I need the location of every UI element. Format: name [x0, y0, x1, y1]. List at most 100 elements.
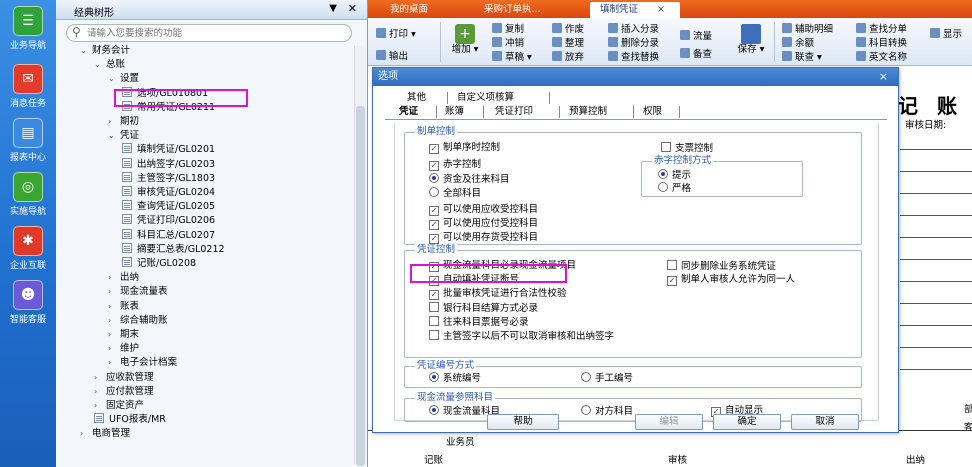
pin-icon[interactable]: ▼ — [329, 3, 337, 14]
tree-node[interactable]: 摘要汇总表/GL0212 — [122, 242, 225, 257]
find-replace-button[interactable]: 查找替换 — [608, 51, 659, 64]
group-numbering: 凭证编号方式 系统编号 手工编号 — [404, 360, 862, 388]
arrange-button[interactable]: 整理 — [552, 37, 584, 50]
tab-ledger[interactable]: 账簿 — [445, 106, 464, 118]
radio-system-number[interactable]: 系统编号 — [429, 372, 481, 385]
aux-detail-button[interactable]: 辅助明细 — [782, 23, 833, 36]
tree-node[interactable]: ⌄ 凭证 — [108, 129, 139, 143]
close-icon[interactable]: ✕ — [348, 2, 357, 15]
close-icon[interactable]: × — [879, 68, 888, 86]
nav-service[interactable]: ☻ 智能客服 — [0, 280, 56, 325]
reverse-button[interactable]: 冲销 — [492, 37, 524, 50]
highlight-box-auto-fill — [410, 264, 567, 283]
tree-node[interactable]: › 现金流量表 — [108, 285, 168, 299]
tab-custom[interactable]: 自定义项核算 — [457, 92, 514, 104]
memo-button[interactable]: 备查 — [680, 48, 712, 61]
radio-opposite-subject[interactable]: 对方科目 — [581, 405, 633, 418]
tree-node[interactable]: 科目汇总/GL0207 — [122, 228, 215, 243]
tree-node[interactable]: › 固定资产 — [94, 399, 144, 413]
checkbox-bill-no[interactable]: 往来科目票据号必录 — [429, 316, 529, 329]
find-entry-button[interactable]: 查找分单 — [856, 23, 907, 36]
output-button[interactable]: 输出 — [376, 50, 408, 63]
radio-prompt[interactable]: 提示 — [658, 169, 691, 182]
radio-funds-subject[interactable]: 资金及往来科目 — [429, 173, 510, 186]
checkbox-cheque[interactable]: 支票控制 — [661, 142, 713, 155]
help-button[interactable]: 帮助 — [487, 414, 559, 430]
tree-node[interactable]: › 期末 — [108, 328, 139, 342]
void-button[interactable]: 作废 — [552, 23, 584, 36]
checkbox-bank-settle[interactable]: 银行科目结算方式必录 — [429, 302, 538, 315]
tree-scrollbar[interactable] — [354, 46, 366, 466]
tree-node[interactable]: › 电子会计档案 — [108, 356, 177, 370]
radio-strict[interactable]: 严格 — [658, 182, 691, 195]
tree-node[interactable]: 凭证打印/GL0206 — [122, 214, 215, 228]
service-icon: ☻ — [13, 280, 43, 310]
tree-node[interactable]: › 账表 — [108, 300, 139, 314]
tab-budget[interactable]: 预算控制 — [569, 106, 607, 118]
edit-button[interactable]: 编辑 — [635, 414, 703, 430]
tab-purchase[interactable]: 采购订单执... — [474, 2, 551, 18]
tree-node[interactable]: › 出纳 — [108, 271, 139, 285]
tree-node[interactable]: › 应收款管理 — [94, 371, 154, 385]
tab-voucher-print[interactable]: 凭证打印 — [495, 106, 533, 118]
tab-voucher-options[interactable]: 凭证 — [399, 106, 418, 118]
subject-convert-button[interactable]: 科目转换 — [856, 37, 907, 50]
close-icon[interactable]: × — [657, 4, 665, 15]
group-title: 制单控制 — [415, 126, 458, 138]
save-button[interactable]: 保存 ▾ — [736, 24, 766, 56]
nav-enterprise[interactable]: ✱ 企业互联 — [0, 226, 56, 271]
tree-node[interactable]: › 维护 — [108, 342, 139, 356]
checkbox-seq-time[interactable]: ✓ 制单序时控制 — [429, 142, 500, 154]
print-button[interactable]: 打印 ▾ — [376, 28, 416, 41]
tree-node[interactable]: 查询凭证/GL0205 — [122, 200, 215, 214]
checkbox-batch-check[interactable]: ✓ 批量审核凭证进行合法性校验 — [429, 288, 567, 300]
tab-voucher[interactable]: 填制凭证 × — [590, 2, 680, 18]
radio-manual-number[interactable]: 手工编号 — [581, 372, 633, 385]
search-input[interactable] — [87, 27, 345, 40]
checkbox-no-cancel[interactable]: 主管签字以后不可以取消审核和出纳签字 — [429, 330, 614, 343]
tree-node[interactable]: ⌄ 财务会计 — [80, 44, 130, 58]
checkbox-sync-delete[interactable]: 同步删除业务系统凭证 — [667, 260, 776, 273]
tree-node[interactable]: › 电商管理 — [80, 427, 130, 441]
delete-entry-button[interactable]: 删除分录 — [608, 37, 659, 50]
draft-button[interactable]: 草稿 ▾ — [492, 51, 532, 64]
tab-other[interactable]: 其他 — [407, 92, 426, 104]
linked-query-button[interactable]: 联查 ▾ — [782, 51, 822, 64]
checkbox-ar[interactable]: ✓ 可以使用应收受控科目 — [429, 204, 538, 216]
copy-button[interactable]: 复制 — [492, 23, 524, 36]
tree-node[interactable]: 主管签字/GL1803 — [122, 171, 215, 186]
nav-implement[interactable]: ◎ 实施导航 — [0, 172, 56, 217]
nav-report[interactable]: ▤ 报表中心 — [0, 118, 56, 163]
tree-node[interactable]: › 综合辅助账 — [108, 314, 168, 328]
tab-permission[interactable]: 权限 — [643, 106, 662, 118]
abandon-button[interactable]: 放弃 — [552, 51, 584, 64]
tree-node[interactable]: ⌄ 设置 — [108, 72, 139, 86]
balance-button[interactable]: 余额 — [782, 37, 814, 50]
cashflow-button[interactable]: 流量 — [680, 30, 712, 43]
tree-node[interactable]: ⌄ 总账 — [94, 58, 125, 72]
checkbox-stock[interactable]: ✓ 可以使用存货受控科目 — [429, 232, 538, 244]
checkbox-same-person[interactable]: ✓ 制单人审核人允许为同一人 — [667, 274, 795, 286]
insert-entry-button[interactable]: 插入分录 — [608, 23, 659, 36]
add-button[interactable]: + 增加 ▾ — [450, 24, 480, 56]
radio-label: 对方科目 — [595, 406, 634, 417]
nav-business[interactable]: ☰ 业务导航 — [0, 6, 56, 51]
display-button[interactable]: 显示 — [930, 28, 962, 41]
nav-message[interactable]: ✉ 消息任务 — [0, 64, 56, 109]
radio-all-subjects[interactable]: 全部科目 — [429, 187, 481, 200]
checkbox-ap[interactable]: ✓ 可以使用应付受控科目 — [429, 218, 538, 230]
ok-button[interactable]: 确定 — [713, 414, 781, 430]
tree-node[interactable]: 填制凭证/GL0201 — [122, 143, 215, 157]
tree-node[interactable]: 出纳签字/GL0203 — [122, 157, 215, 172]
tree-node[interactable]: 审核凭证/GL0204 — [122, 186, 215, 200]
tree-node[interactable]: › 期初 — [108, 115, 139, 129]
tab-desktop[interactable]: 我的桌面 — [380, 2, 438, 18]
checkbox-red-control[interactable]: ✓ 赤字控制 — [429, 159, 481, 171]
cancel-button[interactable]: 取消 — [791, 414, 859, 430]
scroll-thumb[interactable] — [356, 106, 365, 466]
tree-node[interactable]: UFO报表/MR — [94, 413, 166, 427]
tree-node[interactable]: 记账/GL0208 — [122, 257, 196, 271]
tree-node[interactable]: › 应付款管理 — [94, 385, 154, 399]
english-name-button[interactable]: 英文名称 — [856, 51, 907, 64]
memo-label: 备查 — [693, 49, 713, 60]
